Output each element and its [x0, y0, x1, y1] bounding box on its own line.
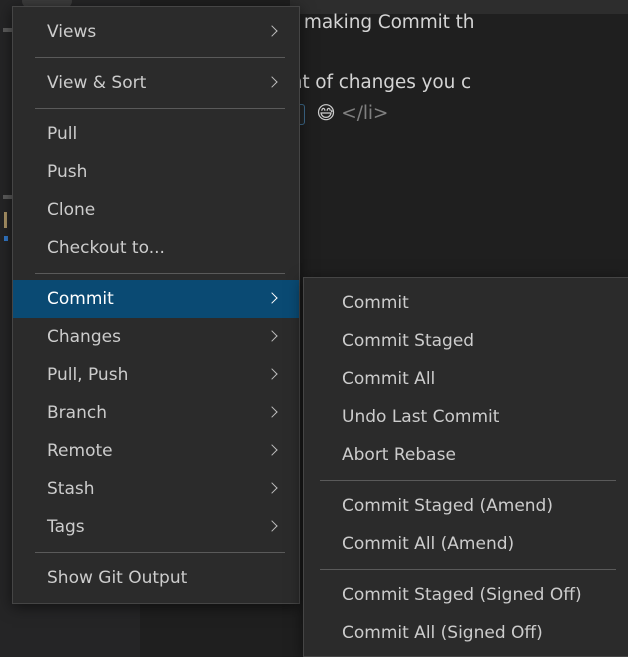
menu-item-label: Push	[47, 162, 88, 182]
menu-item-stash[interactable]: Stash	[13, 470, 299, 508]
commit-submenu[interactable]: Commit Commit Staged Commit All Undo Last C…	[303, 277, 628, 657]
menu-item-label: Branch	[47, 403, 107, 423]
menu-item-label: Commit All (Signed Off)	[342, 623, 543, 643]
menu-item-branch[interactable]: Branch	[13, 394, 299, 432]
selection-indicator	[4, 236, 8, 241]
menu-item-label: Commit Staged	[342, 331, 475, 351]
menu-item-label: Commit Staged (Signed Off)	[342, 585, 582, 605]
menu-item-commit-staged-signed-off[interactable]: Commit Staged (Signed Off)	[304, 576, 628, 614]
menu-item-label: Commit All (Amend)	[342, 534, 515, 554]
menu-item-label: Pull	[47, 124, 78, 144]
menu-item-views[interactable]: Views	[13, 13, 299, 51]
menu-item-label: Commit Staged (Amend)	[342, 496, 553, 516]
chevron-right-icon	[265, 24, 281, 40]
menu-item-commit-all[interactable]: Commit All	[304, 360, 628, 398]
menu-item-commit-all-signed-off[interactable]: Commit All (Signed Off)	[304, 614, 628, 652]
menu-item-commit-staged[interactable]: Commit Staged	[304, 322, 628, 360]
menu-item-label: Commit All	[342, 369, 436, 389]
git-context-menu[interactable]: Views View & Sort Pull Push Clone Checkout to…	[12, 6, 300, 604]
menu-item-label: Commit	[342, 293, 409, 313]
menu-item-commit-all-amend[interactable]: Commit All (Amend)	[304, 525, 628, 563]
application-window: get to Pull Before making Commit the con…	[0, 0, 628, 657]
menu-item-label: Checkout to...	[47, 238, 165, 258]
menu-separator	[35, 273, 285, 274]
chevron-right-icon	[265, 75, 281, 91]
modified-indicator	[4, 212, 7, 228]
code-token: 😅	[304, 103, 342, 124]
menu-item-label: Remote	[47, 441, 113, 461]
menu-item-label: Views	[47, 22, 97, 42]
menu-item-view-sort[interactable]: View & Sort	[13, 64, 299, 102]
chevron-right-icon	[265, 367, 281, 383]
menu-item-changes[interactable]: Changes	[13, 318, 299, 356]
menu-item-commit[interactable]: Commit	[13, 280, 299, 318]
menu-separator	[35, 57, 285, 58]
menu-item-pull[interactable]: Pull	[13, 115, 299, 153]
menu-item-label: Pull, Push	[47, 365, 129, 385]
menu-item-label: View & Sort	[47, 73, 147, 93]
chevron-right-icon	[265, 405, 281, 421]
menu-item-pull-push[interactable]: Pull, Push	[13, 356, 299, 394]
menu-item-label: Clone	[47, 200, 96, 220]
menu-item-clone[interactable]: Clone	[13, 191, 299, 229]
menu-item-label: Show Git Output	[47, 568, 188, 588]
menu-separator	[320, 480, 616, 481]
menu-item-label: Changes	[47, 327, 121, 347]
menu-separator	[35, 108, 285, 109]
menu-item-undo-last-commit[interactable]: Undo Last Commit	[304, 398, 628, 436]
menu-item-push[interactable]: Push	[13, 153, 299, 191]
chevron-right-icon	[265, 291, 281, 307]
menu-item-label: Tags	[47, 517, 85, 537]
chevron-right-icon	[265, 443, 281, 459]
chevron-right-icon	[265, 329, 281, 345]
menu-item-show-git-output[interactable]: Show Git Output	[13, 559, 299, 597]
menu-item-commit[interactable]: Commit	[304, 284, 628, 322]
chevron-right-icon	[265, 481, 281, 497]
menu-item-label: Stash	[47, 479, 95, 499]
menu-item-label: Undo Last Commit	[342, 407, 500, 427]
menu-item-tags[interactable]: Tags	[13, 508, 299, 546]
code-token: </li>	[341, 103, 389, 124]
bottom-panel-sidebar	[0, 607, 140, 657]
menu-item-label: Abort Rebase	[342, 445, 456, 465]
menu-item-remote[interactable]: Remote	[13, 432, 299, 470]
menu-item-abort-rebase[interactable]: Abort Rebase	[304, 436, 628, 474]
menu-separator	[320, 569, 616, 570]
chevron-right-icon	[265, 519, 281, 535]
menu-item-label: Commit	[47, 289, 114, 309]
menu-separator	[35, 552, 285, 553]
menu-item-commit-staged-amend[interactable]: Commit Staged (Amend)	[304, 487, 628, 525]
menu-item-checkout-to[interactable]: Checkout to...	[13, 229, 299, 267]
